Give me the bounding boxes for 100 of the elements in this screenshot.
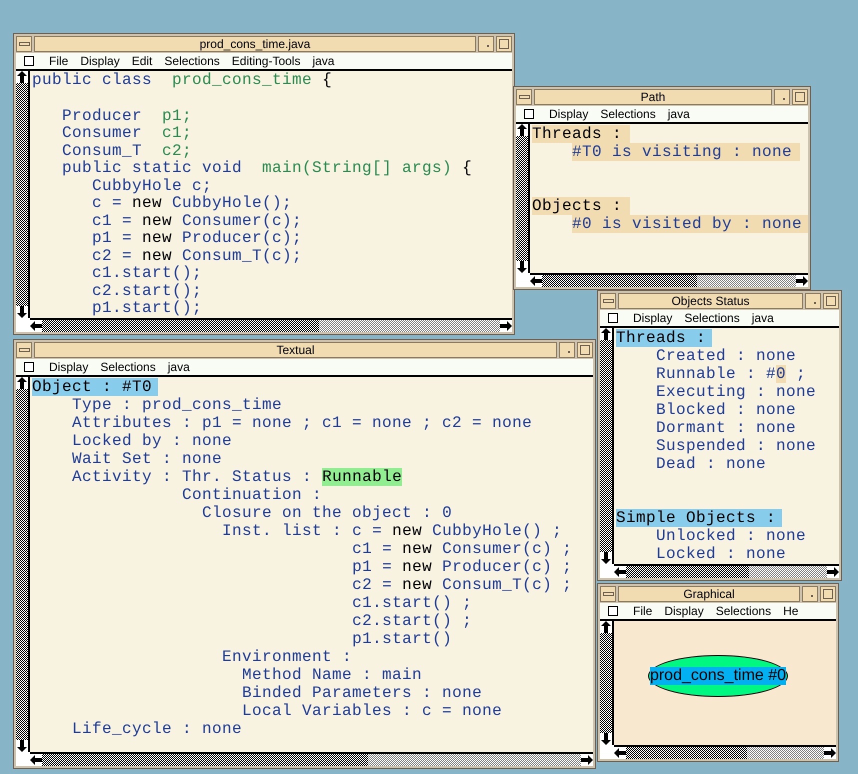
right-arrow-icon[interactable] [824, 747, 836, 759]
menu-item[interactable]: File [633, 604, 652, 618]
text-line: Closure on the object : 0 [202, 504, 452, 522]
code-line: Producer p1; [62, 108, 192, 125]
text-line: Unlocked : none [656, 527, 806, 545]
menu-square-icon[interactable] [24, 362, 34, 372]
text-line: p1 = new Producer(c) ; [352, 558, 572, 576]
right-arrow-icon[interactable] [827, 566, 839, 578]
maximize-button[interactable] [823, 293, 839, 309]
menu-item[interactable]: Editing-Tools [232, 54, 300, 68]
menu-square-icon[interactable] [524, 109, 534, 119]
window-menu-button[interactable] [516, 89, 532, 105]
menu-item[interactable]: Display [80, 54, 120, 68]
vertical-scrollbar[interactable] [16, 71, 30, 318]
code-line: p1 = new Producer(c); [92, 230, 302, 248]
down-arrow-icon[interactable] [600, 733, 612, 745]
down-arrow-icon[interactable] [600, 552, 612, 564]
code-line: Consum_T c2; [62, 142, 192, 160]
vertical-scrollbar[interactable] [516, 124, 530, 273]
minimize-button[interactable] [802, 586, 818, 602]
right-arrow-icon[interactable] [581, 754, 593, 766]
minimize-button[interactable] [559, 342, 575, 358]
window-title: Path [534, 89, 772, 105]
up-arrow-icon[interactable] [600, 328, 612, 340]
menu-item[interactable]: Selections [600, 107, 656, 121]
down-arrow-icon[interactable] [16, 740, 28, 752]
minimize-button[interactable] [805, 293, 821, 309]
vertical-scrollbar[interactable] [600, 328, 614, 564]
window-title: Objects Status [618, 293, 803, 309]
up-arrow-icon[interactable] [516, 124, 528, 136]
text-line: Dormant : none [656, 419, 796, 437]
text-line: Locked by : none [72, 432, 232, 450]
text-line: Inst. list : [222, 522, 344, 542]
text-line: Thr. Status : Runnable [182, 468, 402, 486]
text-line: Wait Set : none [72, 450, 222, 468]
left-arrow-icon[interactable] [614, 566, 626, 578]
down-arrow-icon[interactable] [16, 306, 28, 318]
menu-square-icon[interactable] [608, 313, 618, 323]
maximize-button[interactable] [820, 586, 836, 602]
left-arrow-icon[interactable] [530, 275, 542, 287]
horizontal-scrollbar[interactable] [30, 752, 593, 766]
text-line: Created : none [656, 347, 796, 365]
horizontal-scrollbar[interactable] [30, 318, 512, 332]
text-line: c1.start() ; [352, 594, 472, 612]
menu-item[interactable]: Display [633, 311, 672, 325]
menu-item[interactable]: File [49, 54, 68, 68]
window-title: prod_cons_time.java [34, 36, 476, 52]
menu-item[interactable]: java [168, 360, 190, 374]
text-line: Suspended : none [656, 437, 816, 455]
horizontal-scrollbar[interactable] [614, 745, 836, 759]
left-arrow-icon[interactable] [614, 747, 626, 759]
vertical-scrollbar[interactable] [600, 621, 614, 745]
object-node[interactable]: prod_cons_time #0 [648, 655, 788, 697]
up-arrow-icon[interactable] [600, 621, 612, 633]
code-line: c2.start(); [92, 282, 202, 300]
code-line: c1.start(); [92, 265, 202, 282]
window-menu-button[interactable] [16, 36, 32, 52]
window-title: Graphical [618, 586, 800, 602]
code-line: c = new CubbyHole(); [92, 195, 292, 212]
right-arrow-icon[interactable] [796, 275, 808, 287]
text-line: Method Name : main [242, 666, 422, 684]
menu-item[interactable]: java [312, 54, 334, 68]
menu-item[interactable]: He [783, 604, 798, 618]
code-line: CubbyHole c; [92, 178, 212, 195]
text-line: c2 = new Consum_T(c) ; [352, 576, 572, 594]
menu-item[interactable]: java [668, 107, 690, 121]
maximize-button[interactable] [792, 89, 808, 105]
text-line: Continuation : [182, 486, 322, 504]
menu-square-icon[interactable] [24, 56, 34, 66]
menu-item[interactable]: Selections [716, 604, 772, 618]
left-arrow-icon[interactable] [30, 320, 42, 332]
up-arrow-icon[interactable] [16, 71, 28, 83]
menu-item[interactable]: Display [664, 604, 704, 618]
up-arrow-icon[interactable] [16, 377, 28, 389]
menu-item[interactable]: java [752, 311, 774, 325]
menu-square-icon[interactable] [608, 606, 618, 616]
menu-item[interactable]: Edit [132, 54, 152, 68]
text-line: Dead : none [656, 455, 766, 473]
minimize-button[interactable] [774, 89, 790, 105]
vertical-scrollbar[interactable] [16, 377, 30, 752]
maximize-button[interactable] [577, 342, 593, 358]
text-line: Executing : none [656, 383, 816, 401]
down-arrow-icon[interactable] [516, 261, 528, 273]
menu-item[interactable]: Display [549, 107, 588, 121]
window-menu-button[interactable] [600, 293, 616, 309]
menu-item[interactable]: Selections [100, 360, 156, 374]
text-line: Type : prod_cons_time [72, 396, 282, 414]
window-menu-button[interactable] [600, 586, 616, 602]
left-arrow-icon[interactable] [30, 754, 42, 766]
minimize-button[interactable] [478, 36, 494, 52]
text-line: Local Variables : c = none [242, 702, 502, 720]
right-arrow-icon[interactable] [500, 320, 512, 332]
maximize-button[interactable] [496, 36, 512, 52]
menu-item[interactable]: Display [49, 360, 88, 374]
window-menu-button[interactable] [16, 342, 32, 358]
menu-item[interactable]: Selections [164, 54, 220, 68]
horizontal-scrollbar[interactable] [530, 273, 808, 287]
horizontal-scrollbar[interactable] [614, 564, 839, 578]
text-line: c2.start() ; [352, 612, 472, 630]
menu-item[interactable]: Selections [684, 311, 740, 325]
